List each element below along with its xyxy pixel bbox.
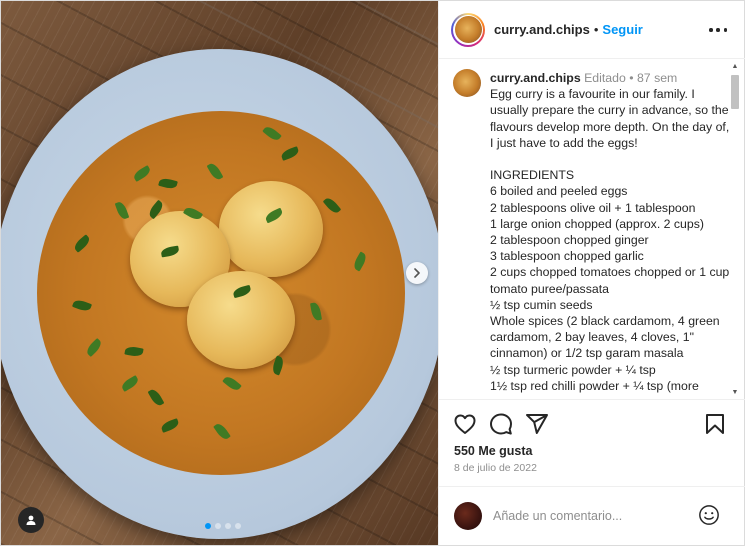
more-options-icon[interactable]	[709, 22, 727, 38]
carousel-dot	[225, 523, 231, 529]
user-icon	[26, 515, 36, 525]
avatar	[454, 16, 482, 43]
likes-count[interactable]: 550 Me gusta	[454, 444, 533, 458]
separator-dot: •	[593, 22, 599, 37]
heart-icon[interactable]	[453, 412, 477, 436]
scroll-down-arrow[interactable]: ▼	[731, 389, 739, 397]
separator-dot: •	[629, 71, 634, 85]
carousel-dot	[235, 523, 241, 529]
egg	[219, 181, 323, 277]
post-dialog: curry.and.chips • Seguir curry.and.chips…	[0, 0, 745, 546]
next-slide-button[interactable]	[406, 262, 428, 284]
action-bar	[439, 399, 745, 449]
scrollbar-thumb[interactable]	[731, 75, 739, 109]
comment-icon[interactable]	[489, 412, 513, 436]
avatar	[454, 502, 482, 530]
carousel-dot	[215, 523, 221, 529]
post-sidebar: curry.and.chips • Seguir curry.and.chips…	[438, 1, 745, 545]
post-age[interactable]: 87 sem	[637, 71, 677, 85]
comments-area[interactable]: curry.and.chips Editado • 87 sem Egg cur…	[439, 59, 745, 399]
avatar[interactable]	[453, 69, 481, 97]
emoji-icon[interactable]	[698, 504, 720, 526]
tagged-users-button[interactable]	[18, 507, 44, 533]
username-link[interactable]: curry.and.chips	[494, 22, 590, 37]
caption-username[interactable]: curry.and.chips	[490, 71, 581, 85]
carousel-dots	[205, 523, 241, 529]
comment-input[interactable]	[493, 505, 693, 527]
follow-button[interactable]: Seguir	[602, 22, 642, 37]
story-ring[interactable]	[451, 12, 485, 47]
caption-text: Egg curry is a favourite in our family. …	[490, 87, 730, 393]
caption-body: curry.and.chips Editado • 87 sem Egg cur…	[490, 70, 730, 394]
bookmark-icon[interactable]	[703, 412, 727, 436]
carousel-dot	[205, 523, 211, 529]
share-icon[interactable]	[525, 412, 549, 436]
post-image[interactable]	[1, 1, 438, 545]
scrollbar[interactable]: ▲ ▼	[730, 63, 740, 397]
add-comment-bar	[439, 486, 745, 545]
post-date[interactable]: 8 de julio de 2022	[454, 462, 537, 474]
post-header: curry.and.chips • Seguir	[439, 1, 745, 59]
egg	[187, 271, 295, 369]
edited-label: Editado	[584, 71, 626, 85]
chevron-right-icon	[414, 268, 420, 278]
scroll-up-arrow[interactable]: ▲	[731, 63, 739, 71]
